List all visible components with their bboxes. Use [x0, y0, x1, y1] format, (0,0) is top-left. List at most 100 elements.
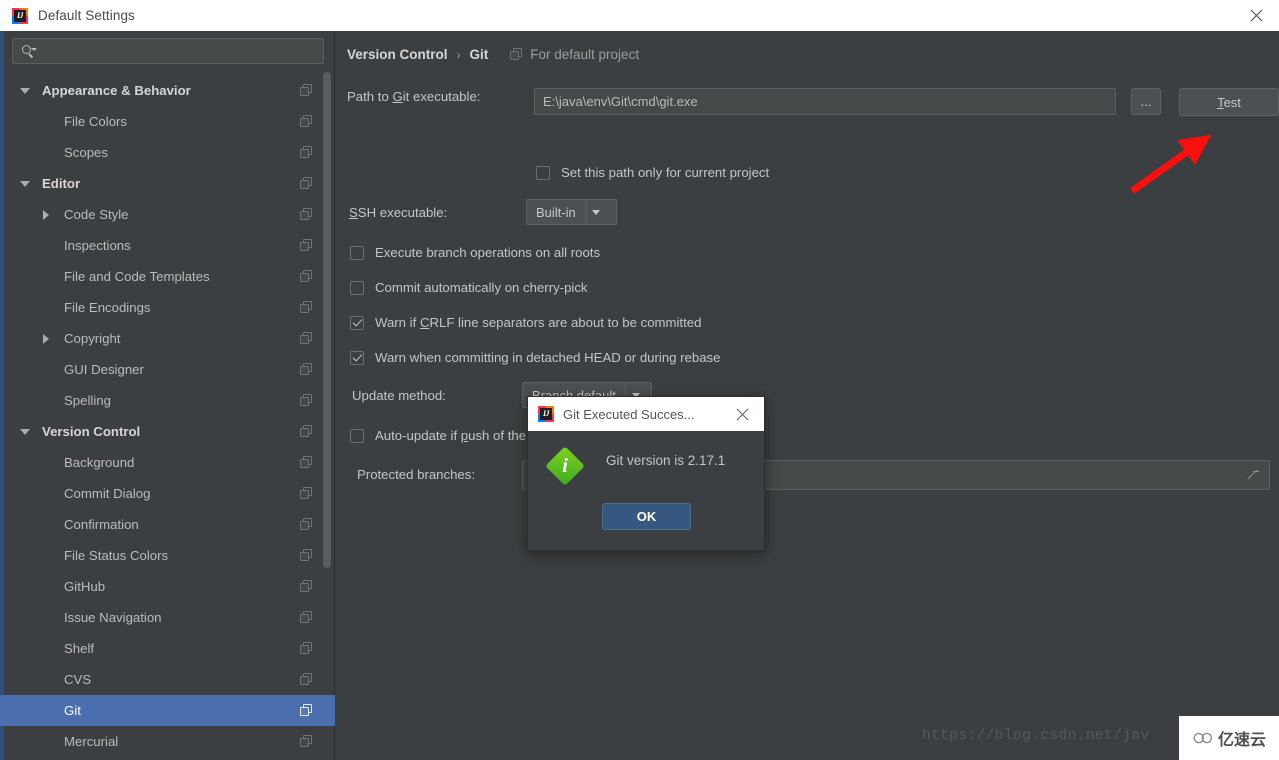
- breadcrumb-note-label: For default project: [530, 47, 640, 62]
- sidebar-search[interactable]: [12, 38, 324, 64]
- sidebar-item-file-encodings[interactable]: File Encodings: [0, 292, 335, 323]
- protected-branches-label: Protected branches:: [357, 467, 476, 482]
- sidebar-item-label: Background: [64, 455, 135, 470]
- sidebar-item-label: Inspections: [64, 238, 131, 253]
- chevron-down-icon[interactable]: [20, 428, 30, 435]
- copy-settings-icon: [300, 735, 313, 748]
- breadcrumb-note: For default project: [510, 47, 639, 62]
- window-title: Default Settings: [38, 8, 135, 23]
- copy-settings-icon: [300, 456, 313, 469]
- execute-branch-ops-checkbox[interactable]: [350, 245, 364, 260]
- sidebar-scrollbar[interactable]: [323, 72, 331, 568]
- sidebar-item-label: Git: [64, 703, 81, 718]
- copy-settings-icon: [300, 704, 313, 717]
- copy-settings-icon: [300, 177, 313, 190]
- test-button-label: Test: [1217, 94, 1241, 110]
- sidebar-item-copyright[interactable]: Copyright: [0, 323, 335, 354]
- auto-update-push-checkbox[interactable]: [350, 428, 364, 443]
- modal-body: i Git version is 2.17.1 OK: [528, 431, 764, 552]
- modal-ok-label: OK: [636, 509, 657, 524]
- execute-branch-ops-label: Execute branch operations on all roots: [375, 245, 601, 260]
- ssh-executable-select[interactable]: Built-in: [526, 199, 617, 225]
- sidebar-item-spelling[interactable]: Spelling: [0, 385, 335, 416]
- sidebar-item-commit-dialog[interactable]: Commit Dialog: [0, 478, 335, 509]
- warn-crlf-checkbox[interactable]: [350, 315, 364, 330]
- copy-settings-icon: [300, 642, 313, 655]
- intellij-idea-logo-icon: IJ: [12, 7, 28, 24]
- sidebar-item-git[interactable]: Git: [0, 695, 335, 726]
- sidebar-item-file-status-colors[interactable]: File Status Colors: [0, 540, 335, 571]
- modal-ok-button[interactable]: OK: [602, 503, 691, 530]
- sidebar-item-background[interactable]: Background: [0, 447, 335, 478]
- sidebar-item-appearance-behavior[interactable]: Appearance & Behavior: [0, 75, 335, 106]
- sidebar-item-label: File Encodings: [64, 300, 151, 315]
- set-path-current-project-checkbox[interactable]: [536, 165, 550, 180]
- sidebar-item-confirmation[interactable]: Confirmation: [0, 509, 335, 540]
- sidebar-item-label: Scopes: [64, 145, 108, 160]
- execute-branch-ops-row[interactable]: Execute branch operations on all roots: [350, 245, 600, 260]
- sidebar-item-github[interactable]: GitHub: [0, 571, 335, 602]
- sidebar-item-version-control[interactable]: Version Control: [0, 416, 335, 447]
- sidebar-item-issue-navigation[interactable]: Issue Navigation: [0, 602, 335, 633]
- warn-crlf-row[interactable]: Warn if CRLF line separators are about t…: [350, 315, 701, 330]
- sidebar-item-label: Copyright: [64, 331, 121, 346]
- commit-cherry-pick-row[interactable]: Commit automatically on cherry-pick: [350, 280, 588, 295]
- breadcrumb-parent[interactable]: Version Control: [347, 47, 448, 62]
- settings-tree[interactable]: Appearance & Behavior File Colors Scopes Ed…: [0, 75, 335, 760]
- commit-cherry-pick-checkbox[interactable]: [350, 280, 364, 295]
- copy-settings-icon: [300, 208, 313, 221]
- chevron-down-icon[interactable]: [20, 180, 30, 187]
- sidebar-item-file-colors[interactable]: File Colors: [0, 106, 335, 137]
- sidebar-item-label: Confirmation: [64, 517, 139, 532]
- test-button[interactable]: Test: [1179, 88, 1279, 116]
- search-input[interactable]: [37, 44, 323, 58]
- modal-close-button[interactable]: [728, 397, 756, 431]
- chevron-down-icon[interactable]: [20, 87, 30, 94]
- ssh-executable-label: SSH executable:: [349, 205, 448, 220]
- brand-watermark-badge: 亿速云: [1179, 716, 1279, 760]
- sidebar-item-label: Appearance & Behavior: [42, 83, 191, 98]
- window-close-button[interactable]: [1233, 0, 1279, 31]
- intellij-idea-logo-icon: IJ: [538, 406, 554, 422]
- chevron-right-icon[interactable]: [43, 333, 49, 344]
- csdn-url-watermark: https://blog.csdn.net/jav: [922, 728, 1150, 744]
- copy-settings-icon: [510, 48, 523, 61]
- git-path-input[interactable]: [534, 88, 1116, 115]
- sidebar-item-label: GUI Designer: [64, 362, 144, 377]
- sidebar-item-shelf[interactable]: Shelf: [0, 633, 335, 664]
- copy-settings-icon: [300, 425, 313, 438]
- sidebar-item-label: CVS: [64, 672, 92, 687]
- settings-sidebar: Appearance & Behavior File Colors Scopes Ed…: [0, 31, 335, 760]
- sidebar-item-code-style[interactable]: Code Style: [0, 199, 335, 230]
- copy-settings-icon: [300, 611, 313, 624]
- warn-crlf-label: Warn if CRLF line separators are about t…: [375, 315, 702, 330]
- warn-detached-head-row[interactable]: Warn when committing in detached HEAD or…: [350, 350, 720, 365]
- search-icon: [21, 44, 37, 59]
- ssh-executable-value: Built-in: [536, 204, 576, 220]
- copy-settings-icon: [300, 84, 313, 97]
- warn-detached-head-checkbox[interactable]: [350, 350, 364, 365]
- warn-detached-head-label: Warn when committing in detached HEAD or…: [375, 350, 721, 365]
- set-path-current-project-row[interactable]: Set this path only for current project: [536, 165, 769, 180]
- sidebar-item-label: Commit Dialog: [64, 486, 151, 501]
- sidebar-item-gui-designer[interactable]: GUI Designer: [0, 354, 335, 385]
- browse-button[interactable]: ...: [1131, 88, 1161, 115]
- update-method-label-row: Update method:: [352, 388, 446, 403]
- copy-settings-icon: [300, 146, 313, 159]
- sidebar-item-scopes[interactable]: Scopes: [0, 137, 335, 168]
- sidebar-item-inspections[interactable]: Inspections: [0, 230, 335, 261]
- copy-settings-icon: [300, 394, 313, 407]
- copy-settings-icon: [300, 239, 313, 252]
- sidebar-item-cvs[interactable]: CVS: [0, 664, 335, 695]
- sidebar-item-file-and-code-templates[interactable]: File and Code Templates: [0, 261, 335, 292]
- sidebar-item-mercurial[interactable]: Mercurial: [0, 726, 335, 757]
- update-method-label: Update method:: [352, 388, 446, 403]
- sidebar-item-label: Mercurial: [64, 734, 119, 749]
- search-box[interactable]: [12, 38, 324, 64]
- modal-title: Git Executed Succes...: [563, 406, 695, 422]
- expand-icon[interactable]: [1246, 468, 1260, 482]
- sidebar-item-editor[interactable]: Editor: [0, 168, 335, 199]
- chevron-right-icon[interactable]: [43, 209, 49, 220]
- modal-title-bar: IJ Git Executed Succes...: [528, 397, 764, 431]
- copy-settings-icon: [300, 487, 313, 500]
